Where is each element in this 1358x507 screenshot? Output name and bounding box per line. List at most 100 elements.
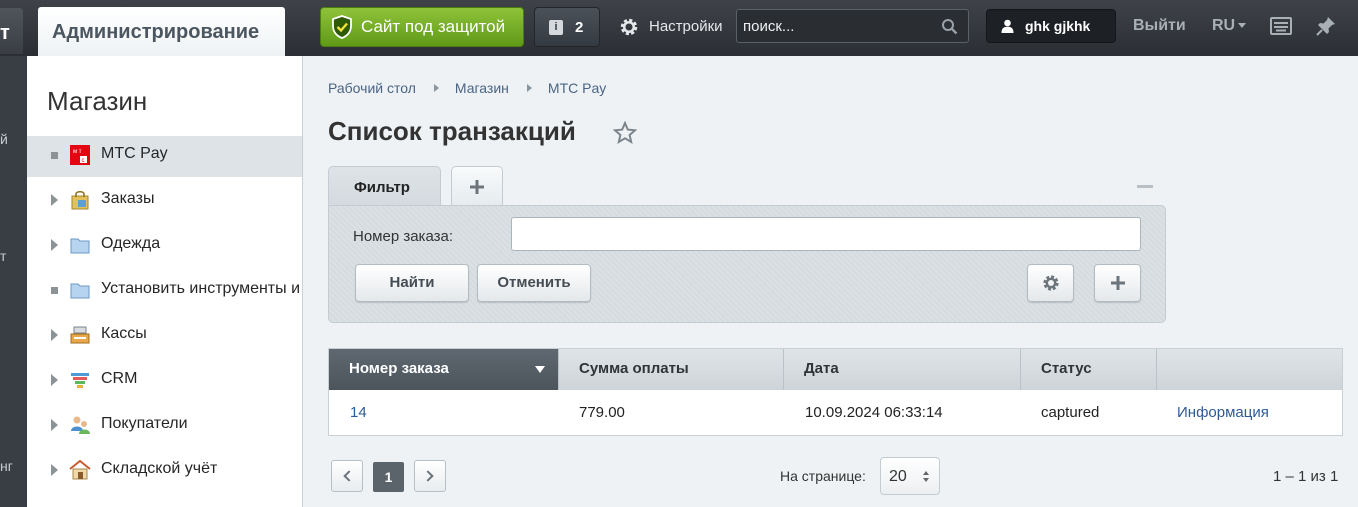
keyboard-icon[interactable] <box>1270 16 1292 36</box>
svg-text:с: с <box>82 158 85 164</box>
per-page-label: На странице: <box>780 468 866 484</box>
svg-text:м т: м т <box>73 149 82 155</box>
users-icon <box>71 416 90 434</box>
order-number-label: Номер заказа: <box>353 228 454 245</box>
current-page[interactable]: 1 <box>373 462 404 492</box>
site-secure-label: Сайт под защитой <box>361 17 506 36</box>
pin-icon[interactable] <box>1315 15 1337 37</box>
chevron-right-icon <box>422 470 434 482</box>
per-page-value: 20 <box>889 468 907 485</box>
gear-icon <box>620 18 638 36</box>
order-number-cell[interactable]: 14 <box>350 404 367 421</box>
per-page-select[interactable]: 20 <box>880 457 940 495</box>
top-panel: т Администрирование Сайт под защитой i 2… <box>0 0 1358 56</box>
amount-cell: 779.00 <box>579 404 625 421</box>
bullet-icon <box>51 287 58 294</box>
date-cell: 10.09.2024 06:33:14 <box>805 404 943 421</box>
sidebar-item-label: Кассы <box>101 325 147 342</box>
info-link[interactable]: Информация <box>1177 404 1269 421</box>
search-icon[interactable] <box>941 18 958 35</box>
cash-register-icon <box>70 326 90 344</box>
sidebar-item-label: Установить инструменты и <box>101 280 301 297</box>
transactions-table: Номер заказа Сумма оплаты Дата Статус 14… <box>328 348 1343 436</box>
caret-down-icon <box>1238 23 1247 29</box>
expand-arrow-icon[interactable] <box>51 329 58 341</box>
user-button[interactable]: ghk gjkhk <box>986 9 1116 43</box>
funnel-icon <box>71 373 89 388</box>
language-selector[interactable]: RU <box>1212 17 1247 35</box>
filter-settings-button[interactable] <box>1027 264 1074 302</box>
tab-filter[interactable]: Фильтр <box>328 166 441 208</box>
info-icon: i <box>549 20 563 35</box>
folder-icon <box>70 238 90 254</box>
sidebar-item-label: Одежда <box>101 235 161 252</box>
sidebar-item-label: Складской учёт <box>101 460 218 477</box>
strip-label-2: т <box>0 248 7 264</box>
chevron-left-icon <box>343 470 355 482</box>
column-status[interactable]: Статус <box>1021 349 1157 390</box>
search-input[interactable] <box>743 15 933 37</box>
pager-total: 1 – 1 из 1 <box>1273 468 1339 485</box>
sidebar-item-label: Заказы <box>101 190 155 207</box>
site-secure-button[interactable]: Сайт под защитой <box>320 7 524 47</box>
prev-page-button[interactable] <box>331 460 363 492</box>
sidebar-item-warehouse[interactable]: Складской учёт <box>27 451 302 492</box>
status-cell: captured <box>1041 404 1100 421</box>
column-order-number[interactable]: Номер заказа <box>329 349 559 390</box>
left-tab[interactable]: т <box>0 8 23 54</box>
expand-arrow-icon[interactable] <box>51 239 58 251</box>
settings-link[interactable]: Настройки <box>619 16 723 38</box>
main-menu-strip: й т нг <box>0 56 27 507</box>
notifications-count: 2 <box>575 19 584 36</box>
user-name: ghk gjkhk <box>1025 18 1091 34</box>
notifications-button[interactable]: i 2 <box>534 7 600 47</box>
spinner-down-icon <box>923 478 929 482</box>
plus-icon <box>470 179 484 194</box>
main-content: Рабочий стол Магазин МТС Pay Список транза… <box>303 56 1358 507</box>
star-icon[interactable] <box>613 121 637 145</box>
add-filter-field-button[interactable] <box>1094 264 1141 302</box>
admin-tab[interactable]: Администрирование <box>38 7 285 56</box>
warehouse-icon <box>69 459 91 480</box>
filter-panel: Номер заказа: Найти Отменить <box>328 205 1166 323</box>
left-tab-label: т <box>0 22 10 44</box>
find-button[interactable]: Найти <box>355 264 469 302</box>
breadcrumb-item-shop[interactable]: Магазин <box>455 80 509 96</box>
breadcrumb: Рабочий стол Магазин МТС Pay <box>328 80 606 96</box>
mts-logo-icon: м т с <box>70 145 90 165</box>
sidebar-item-label: Покупатели <box>101 415 188 432</box>
cancel-button[interactable]: Отменить <box>477 264 591 302</box>
breadcrumb-separator-icon <box>433 84 439 92</box>
sidebar-item-install-tools[interactable]: Установить инструменты и <box>27 271 302 312</box>
sidebar-item-cashboxes[interactable]: Кассы <box>27 316 302 357</box>
expand-arrow-icon[interactable] <box>51 464 58 476</box>
next-page-button[interactable] <box>414 460 446 492</box>
sidebar: Магазин м т с МТС Pay Заказы Одежда Уста… <box>27 56 303 507</box>
expand-arrow-icon[interactable] <box>51 374 58 386</box>
column-date[interactable]: Дата <box>784 349 1021 390</box>
shield-check-icon <box>332 15 352 39</box>
add-filter-tab-button[interactable] <box>451 166 503 206</box>
sidebar-item-mts-pay[interactable]: м т с МТС Pay <box>27 136 302 177</box>
breadcrumb-item-mts-pay[interactable]: МТС Pay <box>548 80 606 96</box>
settings-label: Настройки <box>649 18 723 35</box>
breadcrumb-separator-icon <box>526 84 532 92</box>
collapse-filter-icon[interactable] <box>1137 185 1153 188</box>
column-actions <box>1157 349 1342 390</box>
logout-link[interactable]: Выйти <box>1133 17 1186 35</box>
search-box <box>736 9 969 43</box>
shopping-bag-icon <box>71 191 89 210</box>
language-label: RU <box>1212 17 1236 34</box>
order-number-input[interactable] <box>511 217 1141 251</box>
sort-down-icon <box>535 366 545 373</box>
gear-icon <box>1043 275 1059 291</box>
sidebar-item-orders[interactable]: Заказы <box>27 181 302 222</box>
sidebar-item-customers[interactable]: Покупатели <box>27 406 302 447</box>
expand-arrow-icon[interactable] <box>51 419 58 431</box>
breadcrumb-item-desktop[interactable]: Рабочий стол <box>328 80 416 96</box>
expand-arrow-icon[interactable] <box>51 194 58 206</box>
bullet-icon <box>51 152 58 159</box>
sidebar-item-crm[interactable]: CRM <box>27 361 302 402</box>
sidebar-item-clothes[interactable]: Одежда <box>27 226 302 267</box>
column-payment-amount[interactable]: Сумма оплаты <box>559 349 784 390</box>
